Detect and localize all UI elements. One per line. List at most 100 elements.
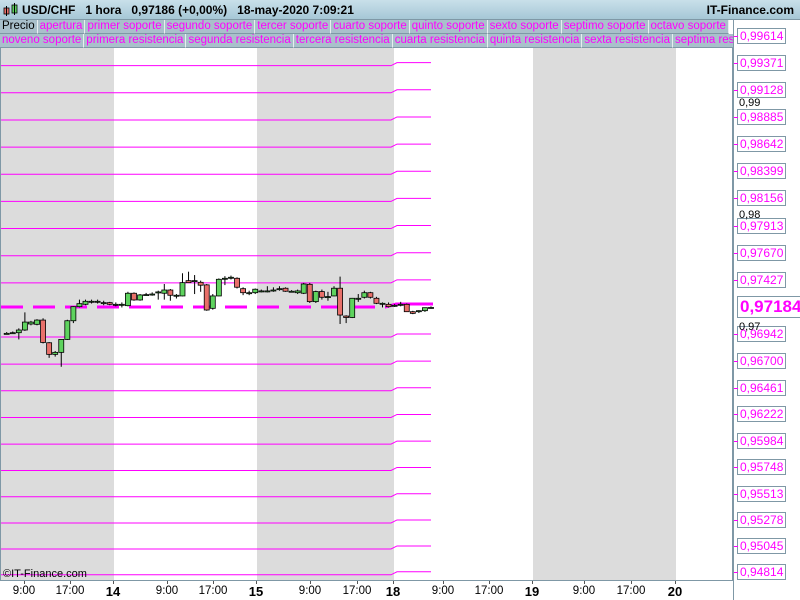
grid-price-label: 0,97 xyxy=(739,320,761,333)
time-tick xyxy=(584,581,585,584)
copyright: ©IT-Finance.com xyxy=(3,568,87,580)
candle xyxy=(252,288,259,295)
brand: IT-Finance.com xyxy=(706,3,794,17)
level-label: 0,94814 xyxy=(733,563,787,580)
level-label: 0,95278 xyxy=(733,511,787,528)
legend-item[interactable]: octavo soporte xyxy=(648,20,729,34)
legend-item[interactable]: segundo soporte xyxy=(164,20,256,34)
candle xyxy=(428,306,434,309)
chart-canvas xyxy=(1,48,676,580)
legend-item[interactable]: tercera resistencia xyxy=(293,34,393,48)
candle xyxy=(240,287,246,296)
time-tick xyxy=(70,581,71,584)
legend-item[interactable]: quinta resistencia xyxy=(487,34,583,48)
legend-item[interactable]: tercer soporte xyxy=(255,20,332,34)
level-label: 0,95513 xyxy=(733,485,787,502)
time-tick xyxy=(489,581,490,584)
candle xyxy=(64,319,71,340)
candle xyxy=(155,290,162,300)
level-label: 0,97670 xyxy=(733,244,787,261)
candle xyxy=(367,291,374,299)
candle xyxy=(149,292,156,296)
level-label: 0,97427 xyxy=(733,271,787,288)
candle xyxy=(215,278,222,297)
legend-item[interactable]: apertura xyxy=(37,20,86,34)
candle xyxy=(118,302,125,308)
candle xyxy=(137,294,143,301)
time-label: 17:00 xyxy=(474,585,504,597)
time-label: 20 xyxy=(667,584,683,599)
level-label: 0,98642 xyxy=(733,136,787,153)
level-label: 0,96222 xyxy=(733,406,787,423)
candle xyxy=(306,282,313,303)
time-tick xyxy=(167,581,168,584)
candle xyxy=(222,276,228,286)
level-label: 0,99614 xyxy=(733,27,787,44)
candle xyxy=(34,319,40,326)
candle xyxy=(167,289,174,301)
level-label: 0,99371 xyxy=(733,54,787,71)
time-tick xyxy=(213,581,214,584)
candle xyxy=(312,290,319,303)
time-tick xyxy=(310,581,311,584)
candle xyxy=(40,318,46,344)
candle xyxy=(131,292,137,301)
legend-item[interactable]: quinto soporte xyxy=(409,20,488,34)
level-label: 0,95748 xyxy=(733,459,787,476)
time-label: 9:00 xyxy=(572,585,596,597)
legend-item[interactable]: noveno soporte xyxy=(0,34,85,48)
level-label: 0,98885 xyxy=(733,108,787,125)
candle xyxy=(209,294,216,310)
level-label: 0,95045 xyxy=(733,537,787,554)
candle xyxy=(125,291,131,307)
time-label: 9:00 xyxy=(431,585,455,597)
candle xyxy=(173,294,180,299)
legend-item[interactable]: Precio xyxy=(0,20,38,34)
chart-title: USD/CHF 1 hora 0,97186 (+0,00%) 18-may-2… xyxy=(22,3,354,17)
time-tick xyxy=(357,581,358,584)
legend-item[interactable]: septimo soporte xyxy=(561,20,649,34)
grid-price-label: 0,98 xyxy=(739,208,761,221)
time-label: 17:00 xyxy=(198,585,228,597)
candle xyxy=(70,306,77,324)
candle xyxy=(179,273,186,297)
legend-item[interactable]: cuarta resistencia xyxy=(392,34,488,48)
legend-row-2: noveno soporte primera resistencia segunda… xyxy=(0,34,733,48)
level-label: 0,96461 xyxy=(733,379,787,396)
time-label: 18 xyxy=(385,584,401,599)
weekend-band xyxy=(257,48,394,580)
time-label: 9:00 xyxy=(298,585,322,597)
legend-item[interactable]: cuarto soporte xyxy=(331,20,410,34)
time-label: 19 xyxy=(524,584,540,599)
legend-item[interactable]: segunda resistencia xyxy=(186,34,294,48)
legend-item[interactable]: primera resistencia xyxy=(84,34,187,48)
timeframe: 1 hora xyxy=(85,3,122,17)
candle xyxy=(106,301,113,306)
candle xyxy=(415,310,422,314)
level-label: 0,99128 xyxy=(733,81,787,98)
legend-item[interactable]: primer soporte xyxy=(85,20,165,34)
time-label: 14 xyxy=(105,584,121,599)
legend-item[interactable]: septima resistencia xyxy=(673,34,733,48)
time-label: 9:00 xyxy=(12,585,36,597)
datetime: 18-may-2020 7:09:21 xyxy=(237,3,354,17)
candle xyxy=(403,303,410,313)
weekend-band xyxy=(1,48,114,580)
level-label: 0,96700 xyxy=(733,353,787,370)
level-label: 0,98156 xyxy=(733,190,787,207)
candle xyxy=(228,275,234,280)
time-tick xyxy=(24,581,25,584)
candle xyxy=(191,275,198,295)
time-tick xyxy=(443,581,444,584)
time-label: 17:00 xyxy=(55,585,85,597)
weekend-band xyxy=(533,48,676,580)
legend-item[interactable]: sexta resistencia xyxy=(582,34,673,48)
price-axis[interactable]: 0,99614 0,99371 0,99128 0,98885 0,98642 0,983… xyxy=(733,20,800,600)
price-chart[interactable] xyxy=(0,48,733,581)
grid-price-label: 0,99 xyxy=(739,97,761,110)
legend-item[interactable]: sexto soporte xyxy=(487,20,562,34)
candle xyxy=(246,290,253,296)
time-axis[interactable]: 9:00 17:00 14 9:00 17:00 15 9:00 17:00 18 9:00 17:… xyxy=(0,581,733,600)
legend-row-1: Precio apertura primer soporte segundo sopo… xyxy=(0,20,732,34)
time-tick xyxy=(631,581,632,584)
